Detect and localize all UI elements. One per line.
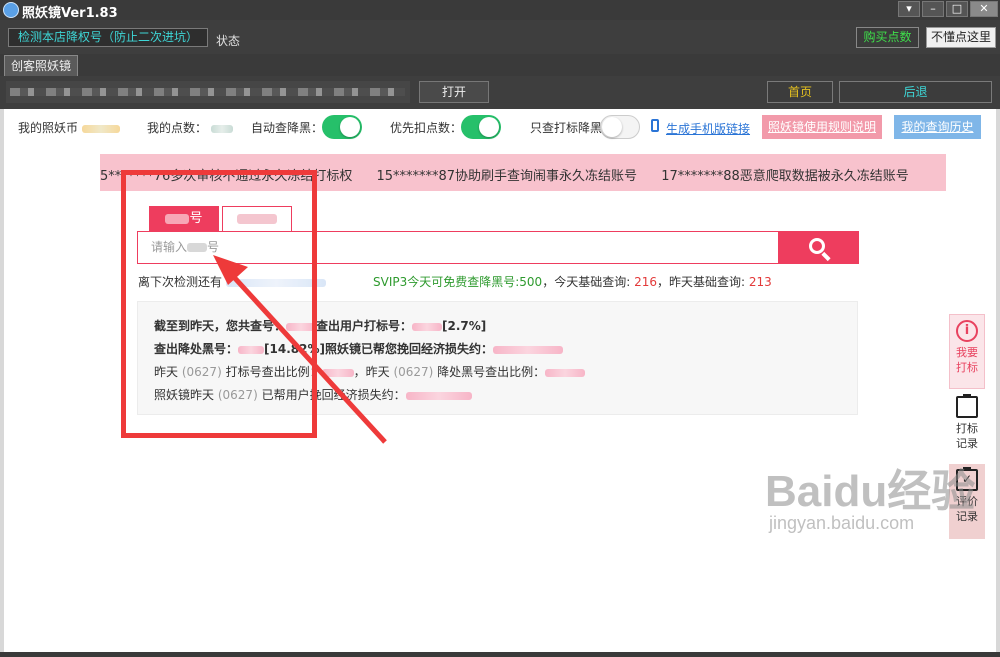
watermark-sub: jingyan.baidu.com bbox=[769, 513, 915, 533]
stat-line-ratio: 昨天 (0627) 打标号查出比例： ，昨天 (0627) 降处黑号查出比例： bbox=[154, 363, 586, 380]
ticker-item: 5*******76多次审核不通过永久冻结打标权 bbox=[100, 169, 353, 184]
coins-info: 我的照妖币 bbox=[18, 119, 120, 136]
help-button[interactable]: 不懂点这里 bbox=[926, 27, 996, 48]
stats-panel: 截至到昨天，您共查号： 查出用户打标号： [2.7%] 查出降处黑号： [14.82%… bbox=[137, 301, 858, 415]
window-title: 照妖镜Ver1.83 bbox=[22, 6, 118, 21]
auto-check-label: 自动查降黑： bbox=[251, 121, 324, 135]
toolbar: 检测本店降权号（防止二次进坑） 状态 购买点数 不懂点这里 bbox=[0, 20, 1000, 54]
maximize-button[interactable]: □ bbox=[946, 1, 968, 17]
blurred-text bbox=[165, 213, 190, 224]
ticker-text: 5*******76多次审核不通过永久冻结打标权 15*******87协助刷手… bbox=[100, 165, 929, 184]
blurred-value bbox=[412, 322, 443, 331]
points-value-blurred bbox=[210, 124, 233, 133]
history-button[interactable]: 我的查询历史 bbox=[894, 115, 981, 139]
main-content: 我的照妖币 我的点数： 自动查降黑： 优先扣点数： 只查打标降黑 生成手机版链接… bbox=[4, 109, 996, 655]
ticker-item: 17*******88恶意爬取数据被永久冻结账号 bbox=[661, 169, 909, 184]
search-tab-account[interactable]: 号 bbox=[149, 206, 219, 232]
url-blurred bbox=[10, 88, 405, 96]
blurred-value bbox=[238, 345, 265, 354]
only-check-toggle[interactable] bbox=[600, 115, 640, 139]
blurred-value bbox=[492, 345, 563, 354]
info-icon: i bbox=[956, 320, 978, 342]
toggle-knob bbox=[602, 117, 622, 137]
blurred-value bbox=[405, 391, 472, 400]
search-tab-other[interactable] bbox=[222, 206, 292, 232]
blurred-value bbox=[286, 322, 317, 331]
coins-label: 我的照妖币 bbox=[18, 121, 79, 135]
tab-bar: 创客照妖镜 bbox=[0, 54, 1000, 76]
blurred-text bbox=[237, 213, 277, 224]
rules-button[interactable]: 照妖镜使用规则说明 bbox=[762, 115, 882, 139]
countdown-blurred bbox=[225, 278, 326, 287]
toggle-knob bbox=[479, 117, 499, 137]
stat-line-black: 查出降处黑号： [14.82%]照妖镜已帮您挽回经济损失约： bbox=[154, 340, 563, 357]
priority-label: 优先扣点数： bbox=[390, 121, 463, 135]
side-mark-records[interactable]: 打标 记录 bbox=[949, 391, 985, 461]
coins-value-blurred bbox=[81, 124, 120, 133]
taskbar-strip bbox=[0, 652, 1000, 657]
watermark-main: Baidu经验 bbox=[765, 467, 976, 516]
next-check-info: 离下次检测还有 bbox=[138, 273, 326, 290]
home-button[interactable]: 首页 bbox=[767, 81, 833, 103]
stat-line-total: 截至到昨天，您共查号： 查出用户打标号： [2.7%] bbox=[154, 319, 487, 333]
open-button[interactable]: 打开 bbox=[419, 81, 489, 103]
search-icon-handle bbox=[821, 251, 831, 262]
clipboard-icon bbox=[956, 394, 978, 418]
close-button[interactable]: ✕ bbox=[970, 1, 998, 17]
address-bar: 打开 首页 后退 bbox=[0, 76, 1000, 109]
side-mark-order[interactable]: i 我要 打标 bbox=[949, 314, 985, 389]
buy-points-button[interactable]: 购买点数 bbox=[856, 27, 919, 48]
status-label: 状态 bbox=[216, 34, 241, 48]
stat-line-savings: 照妖镜昨天 (0627) 已帮用户挽回经济损失约： bbox=[154, 386, 472, 403]
blurred-text bbox=[187, 243, 208, 252]
url-input[interactable] bbox=[6, 81, 410, 103]
menu-button[interactable]: ▾ bbox=[898, 1, 920, 17]
baidu-watermark: Baidu经验 jingyan.baidu.com bbox=[765, 455, 990, 540]
tab-chuangke[interactable]: 创客照妖镜 bbox=[4, 55, 78, 76]
title-bar: 照妖镜Ver1.83 ▾ – □ ✕ bbox=[0, 0, 1000, 21]
search-input[interactable]: 请输入号 bbox=[137, 231, 779, 264]
blurred-value bbox=[545, 368, 586, 377]
mobile-link[interactable]: 生成手机版链接 bbox=[666, 120, 750, 137]
phone-icon bbox=[651, 119, 659, 132]
minimize-button[interactable]: – bbox=[922, 1, 944, 17]
only-check-label: 只查打标降黑 bbox=[530, 121, 603, 135]
points-label: 我的点数： bbox=[147, 121, 208, 135]
notice-ticker: 5*******76多次审核不通过永久冻结打标权 15*******87协助刷手… bbox=[100, 154, 946, 191]
back-button[interactable]: 后退 bbox=[839, 81, 992, 103]
search-button[interactable] bbox=[779, 231, 859, 264]
ticker-item: 15*******87协助刷手查询闹事永久冻结账号 bbox=[376, 169, 638, 184]
priority-toggle[interactable] bbox=[461, 115, 501, 139]
toggle-knob bbox=[340, 117, 360, 137]
app-icon bbox=[3, 2, 19, 18]
detect-shop-button[interactable]: 检测本店降权号（防止二次进坑） bbox=[8, 28, 208, 47]
blurred-value bbox=[321, 368, 354, 377]
query-quota-info: SVIP3今天可免费查降黑号:500，今天基础查询: 216，昨天基础查询: 2… bbox=[373, 275, 772, 289]
auto-check-toggle[interactable] bbox=[322, 115, 362, 139]
points-info: 我的点数： bbox=[147, 119, 233, 136]
